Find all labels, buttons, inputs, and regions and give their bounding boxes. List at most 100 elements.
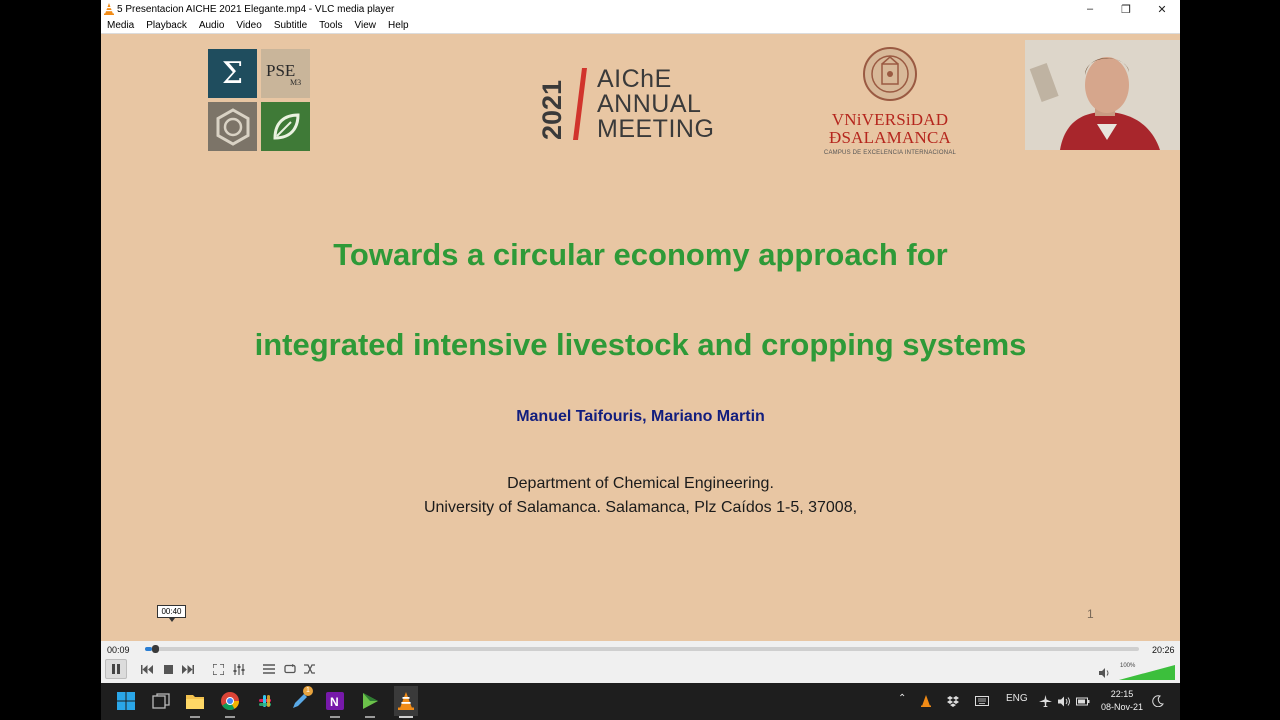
menu-subtitle[interactable]: Subtitle — [268, 20, 313, 31]
notification-badge: 1 — [303, 686, 313, 696]
pause-icon — [112, 664, 120, 674]
moon-icon — [1152, 695, 1164, 707]
seek-bar-fill — [145, 647, 152, 651]
media-app-button[interactable] — [360, 691, 380, 711]
previous-button[interactable] — [138, 661, 156, 677]
pse-logo-sigma: Σ — [208, 49, 257, 98]
video-area[interactable]: Σ PSE M3 2021 AIChE ANNUAL MEETING VNiVE… — [101, 34, 1180, 641]
next-button[interactable] — [179, 661, 197, 677]
stop-icon — [163, 664, 173, 674]
loop-icon — [284, 664, 296, 674]
tray-keyboard-icon[interactable] — [974, 694, 990, 708]
minimize-button[interactable]: – — [1072, 0, 1108, 18]
seek-bar-handle[interactable] — [151, 645, 159, 653]
aiche-year: 2021 — [539, 80, 567, 139]
extended-settings-button[interactable] — [230, 661, 248, 677]
aiche-year-text: 2021 — [539, 80, 567, 139]
shuffle-button[interactable] — [301, 661, 319, 677]
task-view-icon — [152, 693, 170, 709]
pause-button[interactable] — [105, 659, 127, 679]
loop-button[interactable] — [281, 661, 299, 677]
pse-logo-text-cell: PSE M3 — [261, 49, 310, 98]
menu-bar: Media Playback Audio Video Subtitle Tool… — [101, 18, 1180, 34]
pse-logo: Σ PSE M3 — [208, 49, 310, 151]
tray-notifications-icon[interactable] — [1151, 694, 1165, 708]
menu-audio[interactable]: Audio — [193, 20, 231, 31]
file-explorer-running-indicator — [190, 716, 200, 718]
seek-bar[interactable] — [145, 645, 1139, 653]
shuffle-icon — [304, 664, 315, 674]
total-time: 20:26 — [1152, 645, 1175, 655]
tray-speaker-icon[interactable] — [1057, 694, 1071, 708]
aiche-line3: MEETING — [597, 115, 715, 143]
taskbar-clock[interactable]: 22:15 08-Nov-21 — [1095, 688, 1149, 714]
slide-address: University of Salamanca. Salamanca, Plz … — [423, 499, 858, 516]
onenote-icon: N — [326, 692, 344, 710]
playlist-icon — [263, 664, 275, 674]
title-bar[interactable]: 5 Presentacion AICHE 2021 Elegante.mp4 -… — [101, 0, 1180, 18]
close-button[interactable]: ✕ — [1144, 0, 1180, 18]
hexagon-icon — [208, 102, 257, 151]
vlc-cone-icon — [398, 692, 414, 710]
onenote-running-indicator — [330, 716, 340, 718]
stop-button[interactable] — [159, 661, 177, 677]
university-logo: VNiVERSiDAD ÐSALAMANCA CAMPUS DE EXCELEN… — [819, 46, 961, 158]
university-name-line2: ÐSALAMANCA — [829, 128, 951, 147]
fullscreen-button[interactable] — [209, 661, 227, 677]
slide-title-line1: Towards a circular economy approach for — [333, 237, 948, 272]
svg-text:N: N — [330, 695, 339, 709]
vlc-taskbar-button[interactable] — [394, 686, 418, 716]
next-icon — [182, 664, 194, 674]
volume-icon[interactable] — [1099, 667, 1111, 679]
aiche-line2: ANNUAL — [597, 90, 702, 118]
vlc-running-indicator — [399, 716, 413, 718]
leaf-icon — [261, 102, 310, 151]
vlc-cone-icon — [921, 695, 931, 707]
file-explorer-button[interactable] — [185, 691, 205, 711]
show-hidden-icons-button[interactable]: ⌃ — [898, 693, 906, 704]
playback-controls: 00:09 20:26 100% — [101, 641, 1180, 683]
onenote-button[interactable]: N — [325, 691, 345, 711]
equalizer-icon — [233, 663, 245, 675]
vlc-cone-icon — [104, 3, 114, 15]
pse-logo-subtext: M3 — [290, 77, 302, 87]
slide-title-line2: integrated intensive livestock and cropp… — [254, 327, 1027, 362]
tray-network-icon[interactable] — [1038, 694, 1052, 708]
keyboard-icon — [975, 696, 989, 706]
university-name-line1: VNiVERSiDAD — [831, 110, 949, 129]
windows-start-button[interactable] — [116, 691, 136, 711]
menu-view[interactable]: View — [349, 20, 383, 31]
volume-slider[interactable] — [1119, 665, 1175, 680]
university-seal-icon — [863, 47, 917, 101]
aiche-words: AIChE ANNUAL MEETING — [597, 67, 714, 142]
menu-video[interactable]: Video — [230, 20, 267, 31]
task-view-button[interactable] — [151, 691, 171, 711]
tray-vlc-icon[interactable] — [919, 694, 933, 708]
tray-dropbox-icon[interactable] — [946, 694, 960, 708]
chrome-running-indicator — [225, 716, 235, 718]
play-triangle-icon — [363, 693, 378, 709]
tray-battery-icon[interactable] — [1076, 694, 1090, 708]
windows-logo-icon — [117, 692, 135, 710]
playlist-button[interactable] — [260, 661, 278, 677]
menu-playback[interactable]: Playback — [140, 20, 193, 31]
clock-date: 08-Nov-21 — [1100, 702, 1144, 712]
webcam-overlay — [1025, 40, 1180, 150]
slide-authors: Manuel Taifouris, Mariano Martin — [516, 408, 765, 425]
battery-icon — [1076, 697, 1090, 706]
clock-time: 22:15 — [1110, 689, 1134, 699]
menu-media[interactable]: Media — [101, 20, 140, 31]
chrome-button[interactable] — [220, 691, 240, 711]
vlc-window: 5 Presentacion AICHE 2021 Elegante.mp4 -… — [101, 0, 1180, 683]
menu-tools[interactable]: Tools — [313, 20, 348, 31]
input-language-indicator[interactable]: ENG — [1006, 693, 1028, 704]
menu-help[interactable]: Help — [382, 20, 415, 31]
slide-department: Department of Chemical Engineering. — [507, 475, 774, 492]
airplane-icon — [1038, 695, 1052, 707]
dropbox-icon — [947, 695, 959, 707]
elapsed-time: 00:09 — [107, 645, 130, 655]
slide-page-number: 1 — [1087, 607, 1094, 621]
slack-button[interactable] — [255, 691, 275, 711]
pen-app-button[interactable]: 1 — [290, 686, 313, 711]
maximize-button[interactable]: ❐ — [1108, 0, 1144, 18]
